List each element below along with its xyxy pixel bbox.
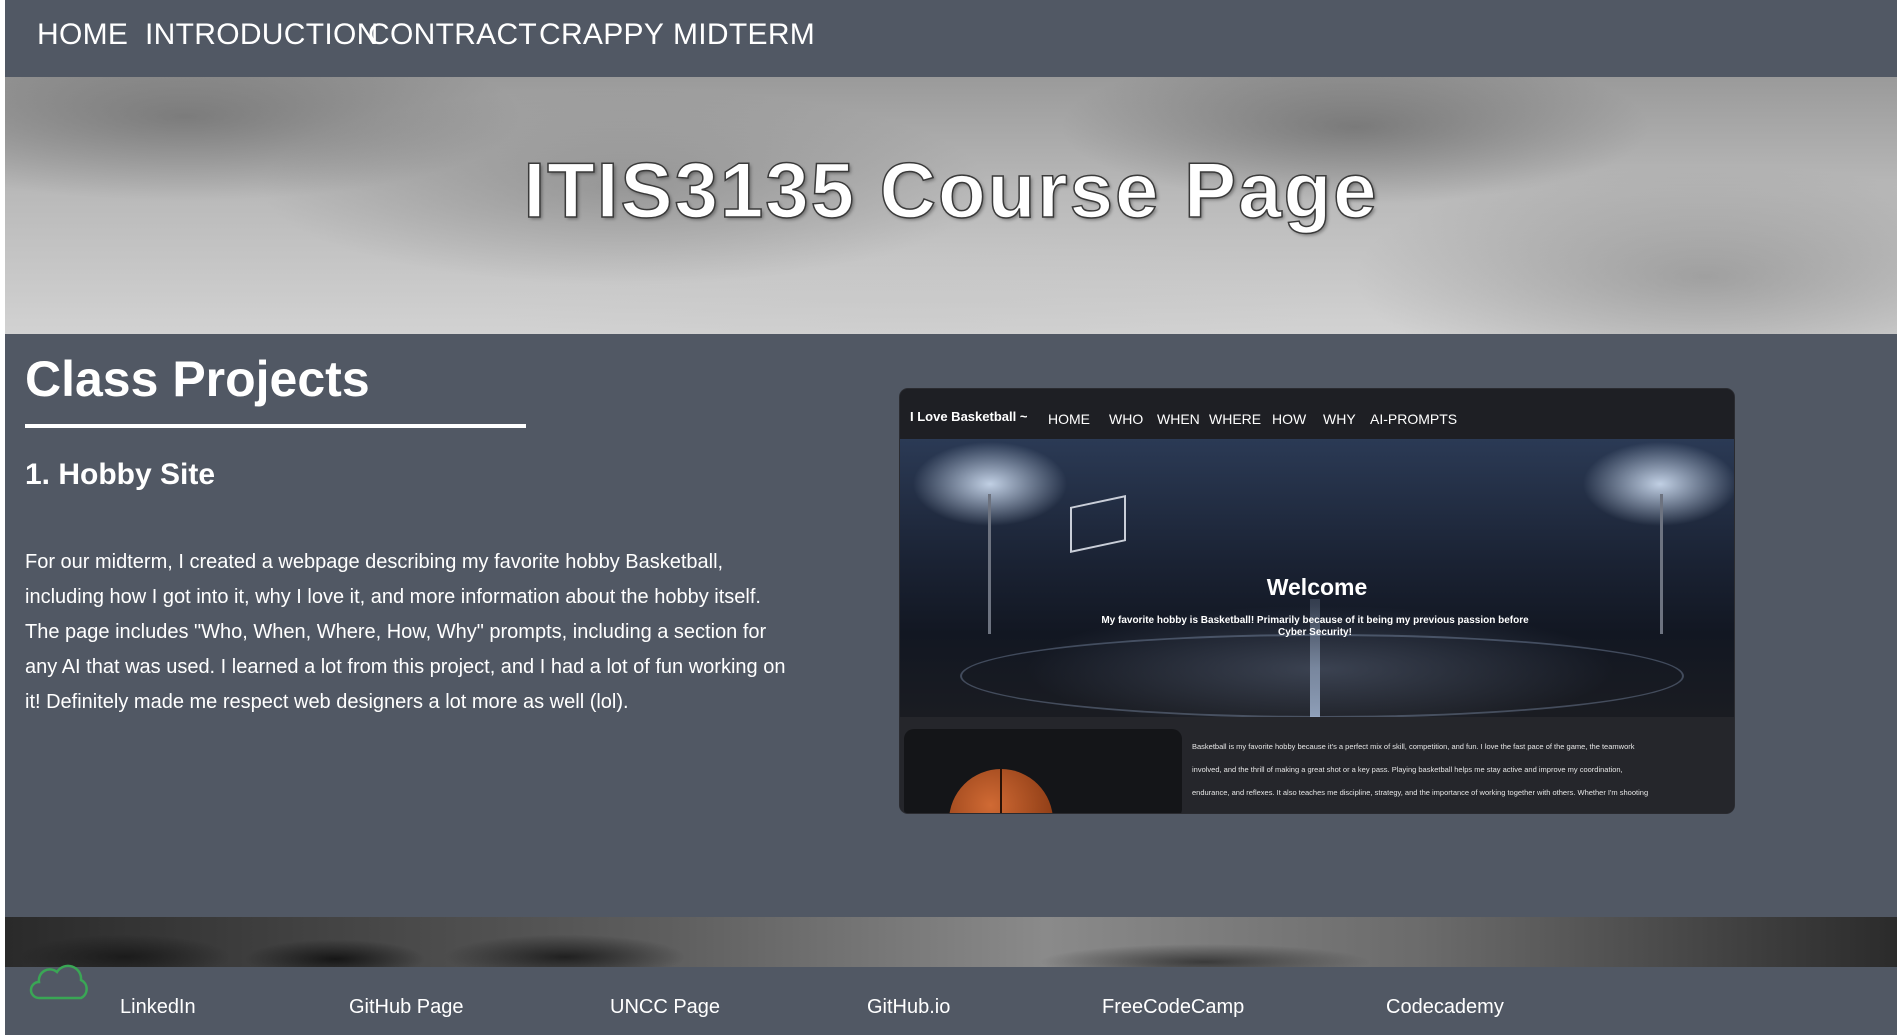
cloud-icon [29, 964, 88, 1000]
preview-subtitle: My favorite hobby is Basketball! Primari… [1101, 615, 1529, 638]
section-heading: Class Projects [25, 351, 370, 407]
footer-linkedin-link[interactable]: LinkedIn [120, 996, 196, 1019]
nav-introduction-link[interactable]: INTRODUCTION [145, 18, 379, 52]
preview-body-line: Basketball is my favorite hobby because … [1192, 742, 1635, 751]
preview-body-line: endurance, and reflexes. It also teaches… [1192, 788, 1649, 797]
project-preview-image[interactable]: I Love Basketball ~ HOME WHO WHEN WHERE … [900, 389, 1734, 813]
preview-link: WHO [1109, 411, 1144, 427]
heading-underline [25, 424, 526, 428]
footer-github-io-link[interactable]: GitHub.io [867, 996, 950, 1019]
nav-crappy-link[interactable]: CRAPPY [539, 18, 664, 52]
hero-banner: ITIS3135 Course Page [5, 77, 1897, 334]
preview-nav: I Love Basketball ~ HOME WHO WHEN WHERE … [900, 389, 1734, 439]
project-title: 1. Hobby Site [25, 458, 216, 491]
preview-hoop [1070, 495, 1126, 553]
preview-brand: I Love Basketball ~ [910, 409, 1028, 424]
preview-link: HOME [1048, 411, 1090, 427]
nav-midterm-link[interactable]: MIDTERM [673, 18, 815, 52]
preview-image-card [904, 729, 1182, 813]
footer-banner-image [5, 917, 1897, 967]
preview-body-text: Basketball is my favorite hobby because … [1192, 735, 1722, 804]
preview-content: Basketball is my favorite hobby because … [900, 717, 1734, 813]
preview-hero-image: Welcome My favorite hobby is Basketball!… [900, 439, 1734, 718]
preview-court-circle [960, 634, 1684, 718]
footer-freecodecamp-link[interactable]: FreeCodeCamp [1102, 996, 1244, 1019]
preview-link: WHEN [1157, 411, 1200, 427]
nav-contract-link[interactable]: CONTRACT [368, 18, 537, 52]
preview-welcome: Welcome [1266, 574, 1368, 600]
project-description: For our midterm, I created a webpage des… [25, 551, 786, 713]
preview-body-line: involved, and the thrill of making a gre… [1192, 765, 1623, 774]
preview-link: WHERE [1209, 411, 1262, 427]
preview-light-pole [1660, 494, 1663, 634]
basketball-seam [1000, 769, 1002, 813]
footer-github-page-link[interactable]: GitHub Page [349, 996, 464, 1019]
page-title: ITIS3135 Course Page [523, 145, 1379, 235]
preview-link: WHY [1323, 411, 1356, 427]
page: HOME INTRODUCTION CONTRACT CRAPPY MIDTER… [5, 0, 1897, 1035]
footer-codecademy-link[interactable]: Codecademy [1386, 996, 1504, 1019]
footer [5, 967, 1897, 1035]
preview-link: HOW [1272, 411, 1307, 427]
nav-home-link[interactable]: HOME [37, 18, 128, 52]
footer-uncc-page-link[interactable]: UNCC Page [610, 996, 720, 1019]
preview-light-pole [988, 494, 991, 634]
preview-link: AI-PROMPTS [1370, 411, 1458, 427]
top-nav: HOME INTRODUCTION CONTRACT CRAPPY MIDTER… [5, 0, 1897, 77]
